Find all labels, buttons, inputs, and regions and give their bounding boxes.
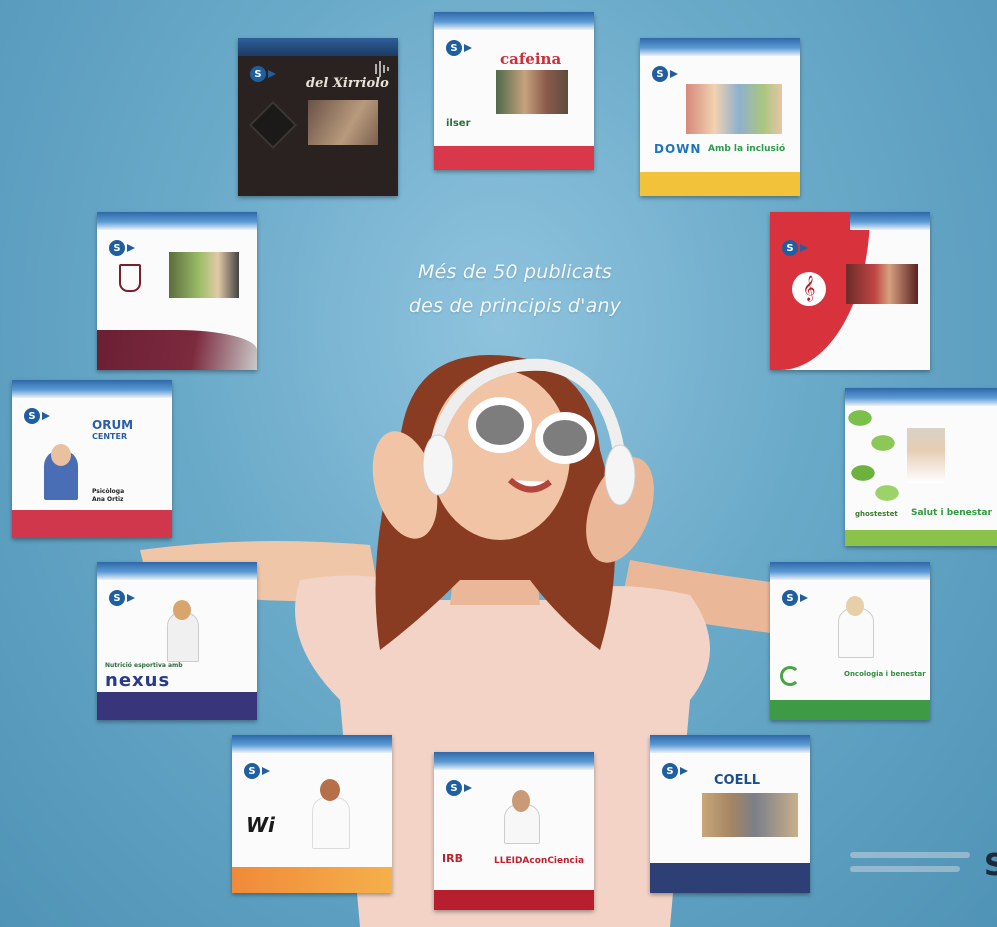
- leaf-pattern: [845, 398, 905, 508]
- card-musica-photo: [846, 264, 918, 304]
- card-coell: S COELL: [650, 735, 810, 893]
- arrow-icon: [800, 594, 808, 602]
- card-salut-caption: Salut i benestar: [911, 508, 992, 518]
- arrow-icon: [800, 244, 808, 252]
- s-logo-icon: S: [446, 40, 462, 56]
- s-logo-icon: S: [24, 408, 40, 424]
- card-nexus: S Nutrició esportiva amb nexus: [97, 562, 257, 720]
- sound-wave-icon: [375, 61, 389, 77]
- card-orum-center: S ORUM CENTER Psicòloga Ana Ortiz: [12, 380, 172, 538]
- card-orum-caption: Psicòloga: [92, 488, 125, 495]
- card-cafeina-photo: [496, 70, 568, 114]
- card-salut-photo: [907, 428, 945, 483]
- s-logo-icon: S: [109, 590, 125, 606]
- card-orum-logo: ORUM: [92, 418, 134, 432]
- s-logo-icon: S: [662, 763, 678, 779]
- card-oncologia-caption: Oncologia i benestar: [844, 670, 926, 678]
- oncologia-logo-icon: [780, 666, 800, 686]
- arrow-icon: [464, 784, 472, 792]
- card-wi-logo: Wi: [246, 813, 275, 837]
- s-logo-icon: S: [782, 590, 798, 606]
- university-crest-icon: [119, 264, 141, 292]
- card-nexus-caption: Nutrició esportiva amb: [105, 662, 183, 669]
- card-cafeina: S cafeina ilser: [434, 12, 594, 170]
- headline: Més de 50 publicats des de principis d'a…: [360, 255, 670, 323]
- card-salut-benestar: ghostestet Salut i benestar: [845, 388, 997, 546]
- card-orum-caption-2: Ana Ortiz: [92, 496, 124, 503]
- card-wi-person: [312, 797, 350, 849]
- s-logo-icon: S: [652, 66, 668, 82]
- card-nexus-logo: nexus: [105, 670, 171, 691]
- arrow-icon: [127, 594, 135, 602]
- arrow-icon: [262, 767, 270, 775]
- s-logo-icon: S: [250, 66, 266, 82]
- card-universitat-photo: [169, 252, 239, 298]
- card-coell-photo: [702, 793, 798, 837]
- arrow-icon: [127, 244, 135, 252]
- card-orum-sub: CENTER: [92, 432, 128, 441]
- card-xirriolo-photo: [308, 100, 378, 145]
- s-logo-icon: S: [782, 240, 798, 256]
- arrow-icon: [464, 44, 472, 52]
- card-oncologia: S Oncologia i benestar: [770, 562, 930, 720]
- card-down-photo: [686, 84, 782, 134]
- headline-line-2: des de principis d'any: [408, 295, 622, 317]
- s-logo-icon: S: [244, 763, 260, 779]
- edge-letter: S: [984, 848, 997, 883]
- arrow-icon: [268, 70, 276, 78]
- card-wi: S Wi: [232, 735, 392, 893]
- arrow-icon: [680, 767, 688, 775]
- card-lleida-caption: LLEIDAconCiencia: [494, 856, 585, 866]
- card-universitat: S: [97, 212, 257, 370]
- card-lleida-logo: IRB: [442, 852, 463, 865]
- card-del-xirriolo: S del Xirriolo: [238, 38, 398, 196]
- headline-line-1: Més de 50 publicats: [418, 261, 612, 283]
- treble-clef-icon: 𝄞: [792, 272, 826, 306]
- card-musica: S 𝄞: [770, 212, 930, 370]
- card-down-logo: DOWN: [654, 142, 702, 156]
- card-down-inclusio: S DOWN Amb la inclusió: [640, 38, 800, 196]
- card-down-tagline: Amb la inclusió: [708, 144, 786, 154]
- hexagon-icon: [248, 100, 298, 150]
- arrow-icon: [670, 70, 678, 78]
- card-salut-logo: ghostestet: [855, 510, 898, 518]
- card-lleida-con-ciencia: S IRB LLEIDAconCiencia: [434, 752, 594, 910]
- card-coell-logo: COELL: [714, 773, 761, 788]
- card-cafeina-title: cafeina: [500, 50, 562, 68]
- card-cafeina-logo: ilser: [446, 118, 471, 129]
- s-logo-icon: S: [109, 240, 125, 256]
- arrow-icon: [42, 412, 50, 420]
- s-logo-icon: S: [446, 780, 462, 796]
